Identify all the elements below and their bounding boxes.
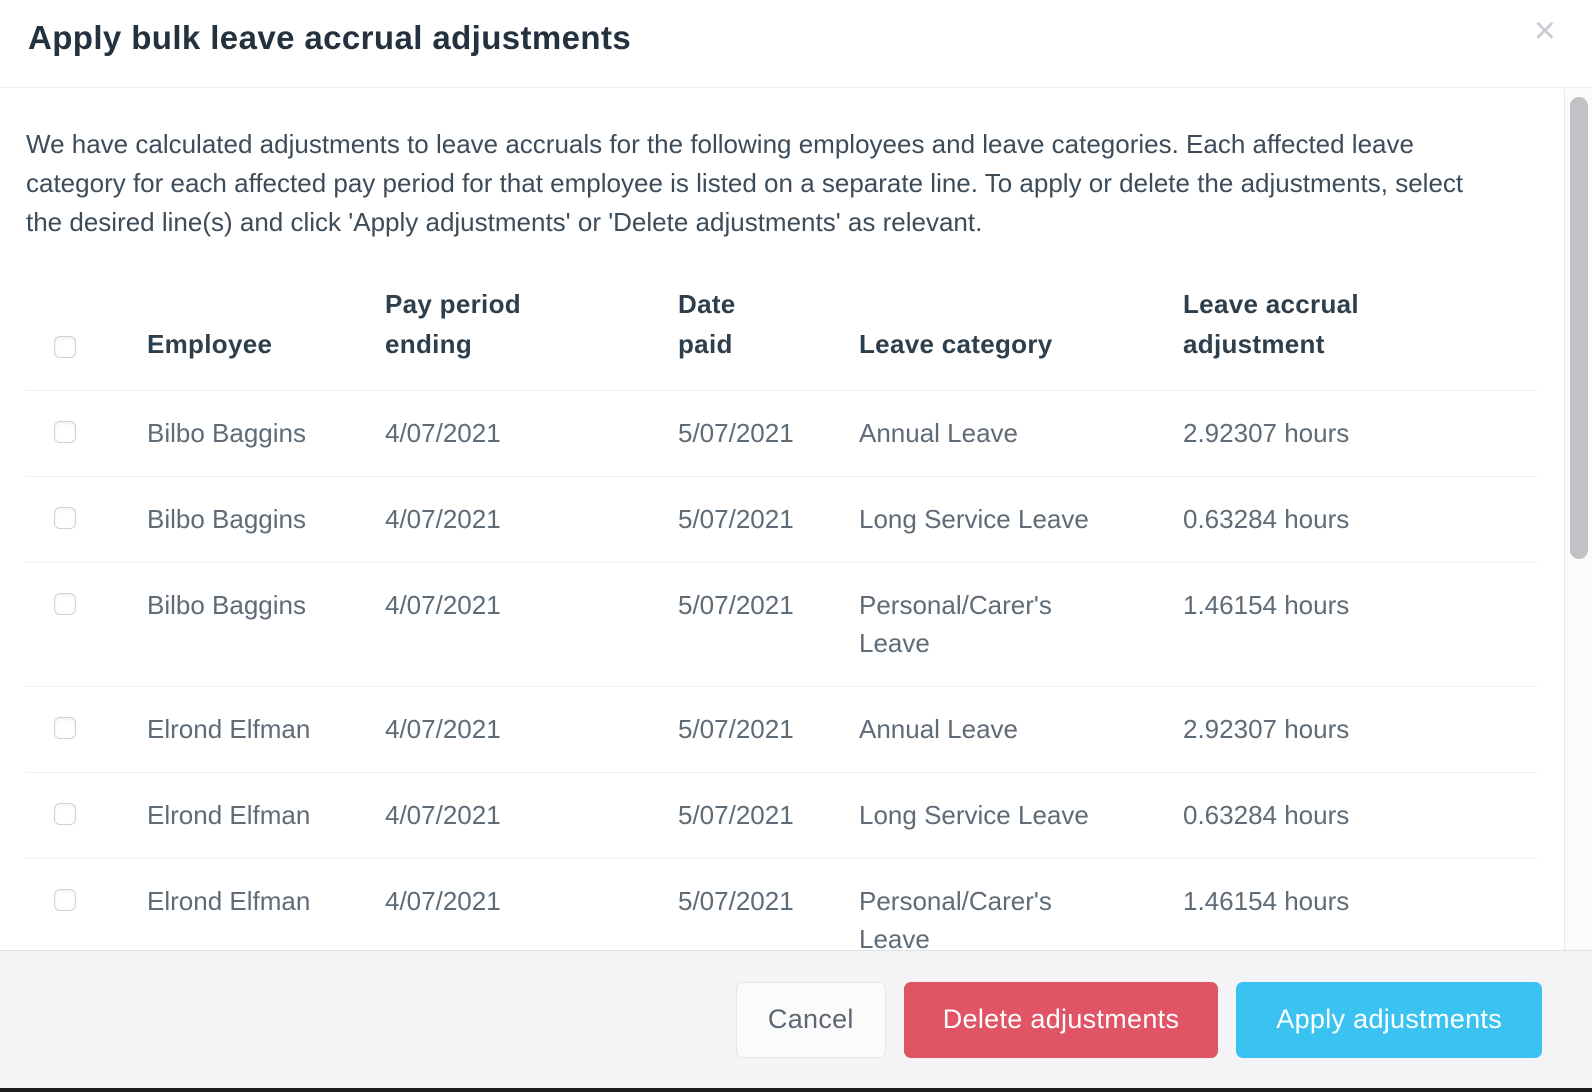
cell-pay-period-ending: 4/07/2021: [385, 590, 501, 620]
modal-body: We have calculated adjustments to leave …: [0, 89, 1564, 950]
row-checkbox[interactable]: [54, 507, 76, 529]
cell-date-paid: 5/07/2021: [678, 714, 794, 744]
modal-description: We have calculated adjustments to leave …: [26, 129, 1464, 237]
table-row[interactable]: Elrond Elfman 4/07/2021 5/07/2021 Person…: [26, 858, 1538, 950]
cell-pay-period-ending: 4/07/2021: [385, 714, 501, 744]
close-icon[interactable]: ×: [1534, 12, 1556, 50]
cell-pay-period-ending: 4/07/2021: [385, 418, 501, 448]
row-checkbox[interactable]: [54, 889, 76, 911]
column-header-leave-category: Leave category: [859, 329, 1053, 359]
table-row[interactable]: Elrond Elfman 4/07/2021 5/07/2021 Long S…: [26, 772, 1538, 859]
row-checkbox[interactable]: [54, 717, 76, 739]
table-row[interactable]: Bilbo Baggins 4/07/2021 5/07/2021 Person…: [26, 562, 1538, 687]
column-header-pay-period-ending: Pay period ending: [385, 289, 521, 359]
cell-date-paid: 5/07/2021: [678, 590, 794, 620]
cell-pay-period-ending: 4/07/2021: [385, 800, 501, 830]
vertical-scrollbar-track[interactable]: [1564, 89, 1592, 950]
row-checkbox[interactable]: [54, 421, 76, 443]
modal-header: Apply bulk leave accrual adjustments ×: [0, 0, 1592, 88]
table-header: Employee Pay period ending Date paid Lea…: [26, 278, 1538, 391]
select-all-checkbox[interactable]: [54, 336, 76, 358]
cell-leave-category: Long Service Leave: [859, 800, 1089, 830]
cell-employee: Bilbo Baggins: [147, 418, 306, 448]
cell-adjustment: 1.46154 hours: [1183, 886, 1350, 916]
table-body: Bilbo Baggins 4/07/2021 5/07/2021 Annual…: [26, 390, 1538, 950]
page-behind-modal-edge: [0, 1088, 1592, 1092]
cell-employee: Bilbo Baggins: [147, 590, 306, 620]
cell-adjustment: 0.63284 hours: [1183, 504, 1350, 534]
cell-adjustment: 1.46154 hours: [1183, 590, 1350, 620]
modal-title: Apply bulk leave accrual adjustments: [28, 19, 632, 56]
cell-adjustment: 2.92307 hours: [1183, 714, 1350, 744]
cell-date-paid: 5/07/2021: [678, 886, 794, 916]
modal-footer: Cancel Delete adjustments Apply adjustme…: [0, 950, 1592, 1088]
cell-leave-category: Personal/Carer's Leave: [859, 886, 1052, 950]
cell-adjustment: 2.92307 hours: [1183, 418, 1350, 448]
delete-adjustments-button[interactable]: Delete adjustments: [903, 981, 1219, 1058]
row-checkbox[interactable]: [54, 593, 76, 615]
cell-date-paid: 5/07/2021: [678, 800, 794, 830]
cell-date-paid: 5/07/2021: [678, 418, 794, 448]
bulk-leave-adjustments-modal: Apply bulk leave accrual adjustments × W…: [0, 0, 1592, 1092]
cell-leave-category: Long Service Leave: [859, 504, 1089, 534]
cancel-button[interactable]: Cancel: [735, 981, 886, 1058]
table-row[interactable]: Bilbo Baggins 4/07/2021 5/07/2021 Long S…: [26, 476, 1538, 563]
row-checkbox[interactable]: [54, 803, 76, 825]
table-row[interactable]: Elrond Elfman 4/07/2021 5/07/2021 Annual…: [26, 686, 1538, 773]
cell-pay-period-ending: 4/07/2021: [385, 504, 501, 534]
cell-leave-category: Annual Leave: [859, 418, 1019, 448]
cell-employee: Elrond Elfman: [147, 886, 311, 916]
apply-adjustments-button[interactable]: Apply adjustments: [1236, 981, 1542, 1058]
cell-employee: Bilbo Baggins: [147, 504, 306, 534]
column-header-leave-accrual-adjustment: Leave accrual adjustment: [1183, 289, 1359, 359]
column-header-employee: Employee: [147, 329, 273, 359]
cell-leave-category: Annual Leave: [859, 714, 1019, 744]
cell-employee: Elrond Elfman: [147, 800, 311, 830]
cell-leave-category: Personal/Carer's Leave: [859, 590, 1052, 658]
column-header-date-paid: Date paid: [678, 289, 736, 359]
adjustments-table: Employee Pay period ending Date paid Lea…: [26, 278, 1538, 950]
cell-adjustment: 0.63284 hours: [1183, 800, 1350, 830]
cell-pay-period-ending: 4/07/2021: [385, 886, 501, 916]
table-row[interactable]: Bilbo Baggins 4/07/2021 5/07/2021 Annual…: [26, 390, 1538, 477]
vertical-scrollbar-thumb[interactable]: [1570, 97, 1588, 559]
cell-date-paid: 5/07/2021: [678, 504, 794, 534]
cell-employee: Elrond Elfman: [147, 714, 311, 744]
